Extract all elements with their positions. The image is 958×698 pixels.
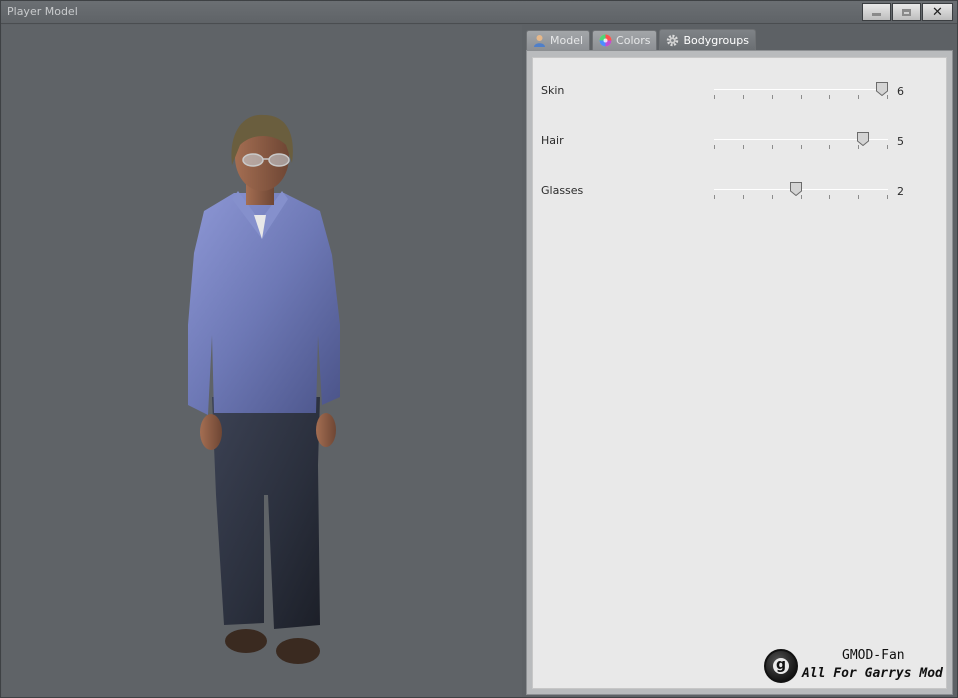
title-bar[interactable]: Player Model ✕ <box>1 1 957 24</box>
model-preview-viewport[interactable] <box>2 25 522 697</box>
glasses-slider[interactable] <box>714 181 888 201</box>
slider-notch <box>801 145 802 149</box>
watermark-line-2: All For Garrys Mod <box>802 666 943 681</box>
person-icon <box>534 35 545 47</box>
slider-notch <box>772 145 773 149</box>
bodygroups-panel: Skin 6 Hair 5 Glasses 2 <box>532 57 947 689</box>
skin-value: 6 <box>897 85 904 98</box>
slider-notch <box>714 95 715 99</box>
gmod-fan-watermark: g GMOD-Fan All For Garrys Mod <box>764 646 954 692</box>
bodygroup-row-glasses: Glasses 2 <box>541 181 936 201</box>
slider-notch <box>887 145 888 149</box>
tab-strip: Model Colors Bodygroups <box>526 29 756 50</box>
window-controls: ✕ <box>862 3 953 21</box>
tab-bodygroups-label: Bodygroups <box>683 33 749 47</box>
slider-notch <box>858 95 859 99</box>
slider-notch <box>743 95 744 99</box>
left-hand <box>200 414 222 450</box>
color-wheel-icon <box>599 34 612 47</box>
skin-label: Skin <box>541 84 565 97</box>
hair-slider[interactable] <box>714 131 888 151</box>
jeans <box>212 397 320 629</box>
tab-colors[interactable]: Colors <box>592 30 658 50</box>
slider-notch <box>829 95 830 99</box>
slider-notch <box>743 145 744 149</box>
slider-notch <box>772 195 773 199</box>
slider-notch <box>743 195 744 199</box>
tab-colors-label: Colors <box>616 34 651 47</box>
close-icon: ✕ <box>932 4 943 20</box>
minimize-icon <box>872 13 881 16</box>
hair-value: 5 <box>897 135 904 148</box>
window-title: Player Model <box>7 5 78 18</box>
slider-notch <box>714 145 715 149</box>
slider-knob[interactable] <box>790 182 802 196</box>
maximize-icon <box>902 8 911 16</box>
glasses-value: 2 <box>897 185 904 198</box>
right-hand <box>316 413 336 447</box>
close-button[interactable]: ✕ <box>922 3 953 21</box>
slider-notch <box>714 195 715 199</box>
slider-notch <box>829 195 830 199</box>
maximize-button[interactable] <box>892 3 921 21</box>
gmod-logo-icon: g <box>764 649 798 683</box>
slider-track[interactable] <box>714 89 888 90</box>
slider-notch <box>772 95 773 99</box>
gear-icon <box>667 34 679 46</box>
right-shoe <box>276 638 320 664</box>
player-model-figure <box>188 114 340 664</box>
skin-slider[interactable] <box>714 81 888 101</box>
slider-notch <box>858 195 859 199</box>
tab-bodygroups[interactable]: Bodygroups <box>659 29 756 50</box>
bodygroup-row-skin: Skin 6 <box>541 81 936 101</box>
tab-model[interactable]: Model <box>526 30 591 50</box>
slider-knob[interactable] <box>876 82 888 96</box>
glasses-label: Glasses <box>541 184 584 197</box>
hair-label: Hair <box>541 134 564 147</box>
slider-notch <box>801 95 802 99</box>
tab-model-label: Model <box>550 34 584 47</box>
slider-notch <box>829 145 830 149</box>
bodygroup-row-hair: Hair 5 <box>541 131 936 151</box>
player-model-window: Player Model ✕ Model Colors Bodygroups S… <box>0 0 958 698</box>
watermark-line-1: GMOD-Fan <box>842 648 905 663</box>
left-shoe <box>225 629 267 653</box>
slider-knob[interactable] <box>857 132 869 146</box>
minimize-button[interactable] <box>862 3 891 21</box>
slider-notch <box>887 195 888 199</box>
gmod-logo-letter: g <box>773 658 789 674</box>
